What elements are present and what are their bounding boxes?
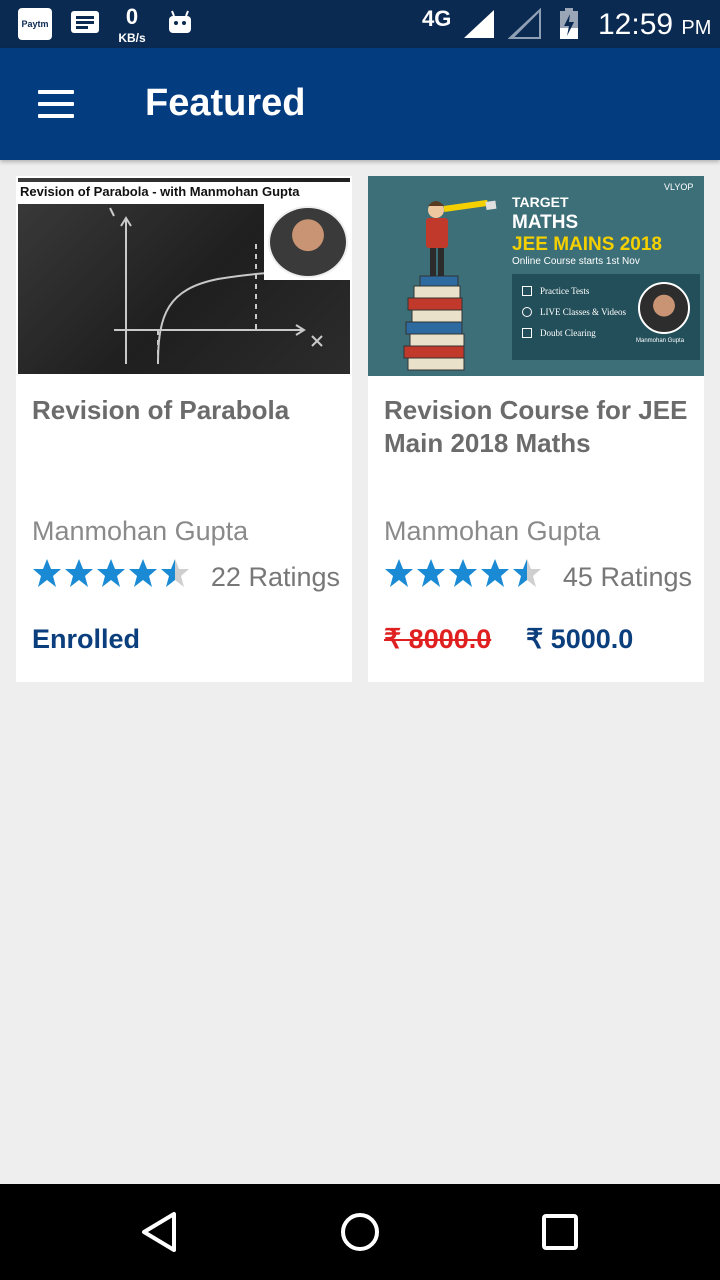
thumbnail-line1: TARGET: [512, 194, 569, 210]
back-triangle-icon[interactable]: [136, 1208, 184, 1256]
system-nav-bar: [0, 1184, 720, 1280]
star-icon: [129, 559, 157, 587]
battery-charging-icon: [560, 8, 578, 39]
ratings-count: 22 Ratings: [210, 562, 340, 592]
status-bar: Paytm 0 KB/s 4G 12:59 PM: [0, 0, 720, 48]
star-icon: [97, 559, 125, 587]
enrollment-status: Enrolled: [32, 624, 141, 654]
presenter-photo: [638, 282, 690, 334]
course-title: Revision Course for JEE Main 2018 Maths: [384, 395, 688, 458]
rating-stars: [385, 559, 541, 587]
thumbnail-line2: MATHS: [512, 212, 579, 233]
clock-ampm: PM: [681, 17, 712, 39]
star-icon: [65, 559, 93, 587]
course-title: Revision of Parabola: [32, 395, 290, 425]
feature-item: Practice Tests: [540, 286, 590, 296]
star-half-icon: [161, 559, 189, 587]
network-speed-unit: KB/s: [118, 31, 146, 45]
course-card[interactable]: Revision of Parabola - with Manmohan Gup…: [16, 176, 352, 682]
feature-item: Doubt Clearing: [540, 328, 596, 338]
course-card[interactable]: VLYOP TARGET MATHS JEE MAINS 2018 Online…: [368, 176, 704, 682]
thumbnail-caption-text: Revision of Parabola - with Manmohan Gup…: [20, 184, 300, 199]
network-type: 4G: [422, 6, 452, 31]
feature-item: LIVE Classes & Videos: [540, 307, 627, 317]
presenter-photo: [264, 204, 350, 280]
page-title: Featured: [145, 82, 306, 124]
thumbnail-logo: VLYOP: [664, 182, 694, 192]
thumbnail-caption: Revision of Parabola - with Manmohan Gup…: [18, 182, 350, 204]
course-thumbnail: VLYOP TARGET MATHS JEE MAINS 2018 Online…: [368, 176, 704, 376]
presenter-name: Manmohan Gupta: [636, 338, 685, 344]
document-icon: [522, 286, 532, 296]
star-icon: [481, 559, 509, 587]
message-notification-icon: [71, 11, 99, 33]
course-author: Manmohan Gupta: [32, 516, 249, 546]
android-notification-icon: [169, 10, 191, 33]
thumbnail-line4: Online Course starts 1st Nov: [512, 256, 640, 267]
clock: 12:59 PM: [598, 8, 711, 42]
play-icon: [522, 307, 532, 317]
app-bar: Featured: [0, 48, 720, 160]
recents-square-icon[interactable]: [536, 1208, 584, 1256]
original-price: ₹ 8000.0: [384, 624, 492, 654]
course-thumbnail: Revision of Parabola - with Manmohan Gup…: [18, 178, 350, 374]
signal-strength-icon: [464, 10, 494, 38]
star-icon: [33, 559, 61, 587]
current-price: ₹ 5000.0: [526, 624, 634, 654]
star-half-icon: [513, 559, 541, 587]
person-icon: [522, 328, 532, 338]
course-author: Manmohan Gupta: [384, 516, 601, 546]
network-speed: 0 KB/s: [112, 4, 152, 45]
star-icon: [385, 559, 413, 587]
rating-stars: [33, 559, 189, 587]
telescope-books-illustration: [403, 199, 497, 371]
ratings-count: 45 Ratings: [562, 562, 692, 592]
thumbnail-line3: JEE MAINS 2018: [512, 234, 662, 255]
star-icon: [449, 559, 477, 587]
paytm-notification-icon: Paytm: [18, 8, 52, 40]
network-speed-value: 0: [125, 4, 139, 29]
hamburger-menu-icon[interactable]: [30, 84, 82, 124]
star-icon: [417, 559, 445, 587]
home-circle-icon[interactable]: [336, 1208, 384, 1256]
signal-strength-empty-icon: [508, 8, 541, 39]
clock-time: 12:59: [598, 8, 674, 41]
thumbnail-feature-panel: Practice Tests LIVE Classes & Videos Dou…: [512, 274, 700, 360]
